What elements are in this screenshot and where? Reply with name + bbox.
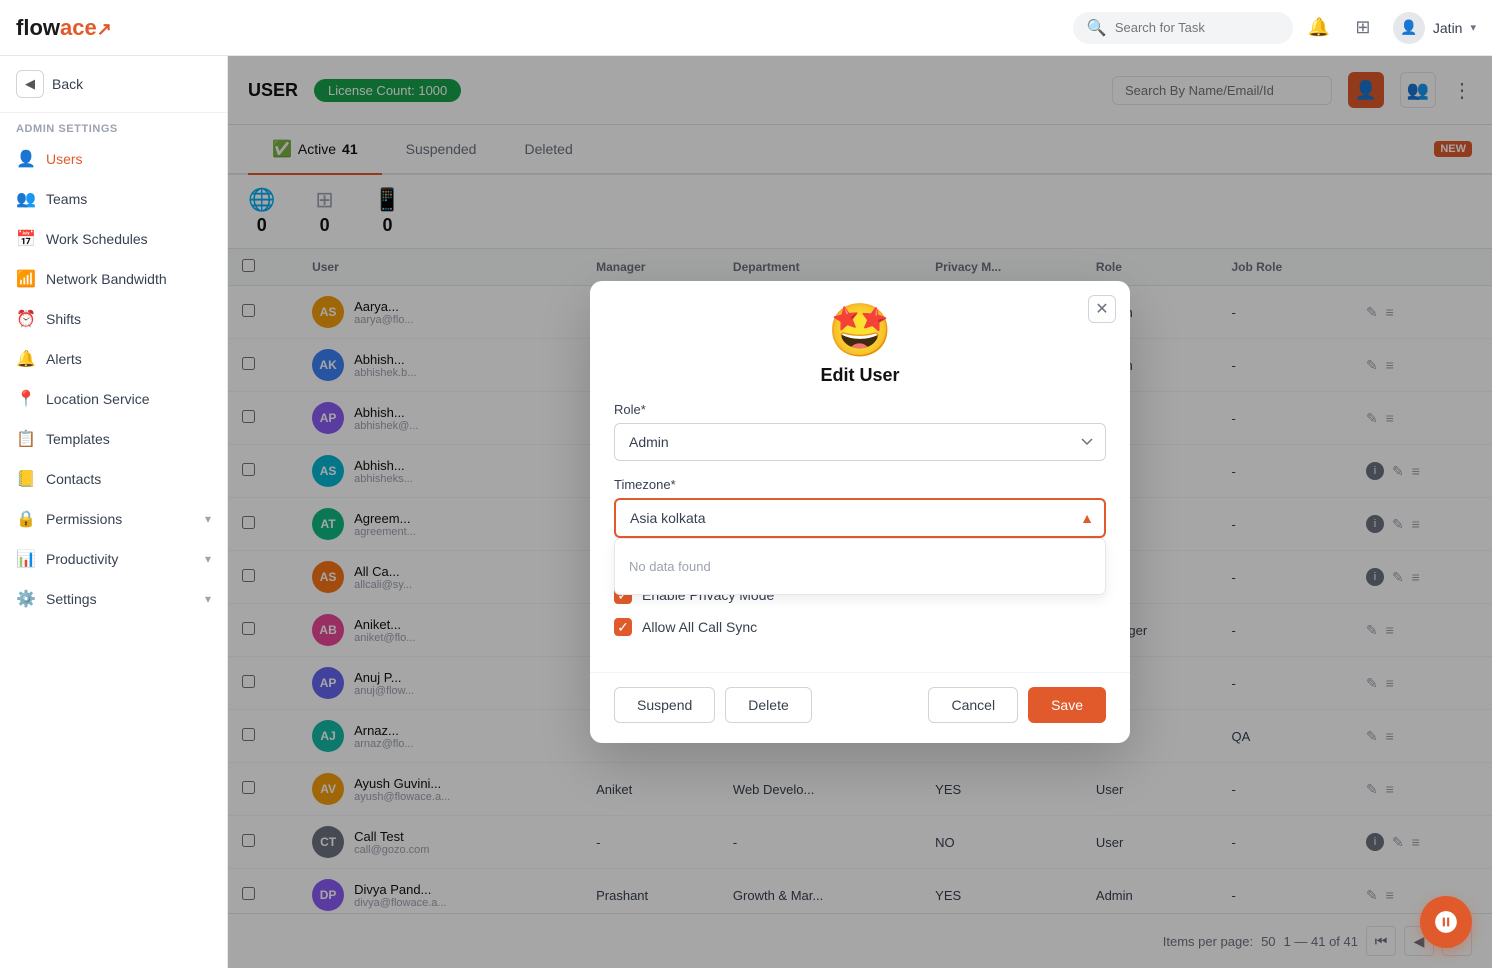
sidebar: ◀ Back ADMIN SETTINGS 👤 Users 👥 Teams 📅 … [0, 56, 228, 968]
back-arrow: ◀ [16, 70, 44, 98]
sidebar-item-settings[interactable]: ⚙️ Settings ▾ [0, 579, 227, 619]
sidebar-label-permissions: Permissions [46, 511, 195, 527]
sidebar-label-settings: Settings [46, 591, 195, 607]
timezone-dropdown: No data found [614, 538, 1106, 595]
save-button[interactable]: Save [1028, 687, 1106, 723]
main-area: ◀ Back ADMIN SETTINGS 👤 Users 👥 Teams 📅 … [0, 56, 1492, 968]
sidebar-label-users: Users [46, 151, 211, 167]
shifts-icon: ⏰ [16, 309, 36, 329]
teams-icon: 👥 [16, 189, 36, 209]
delete-button[interactable]: Delete [725, 687, 811, 723]
app: flowace↗ 🔍 🔔 ⊞ 👤 Jatin ▾ ◀ Back ADMIN SE… [0, 0, 1492, 968]
topbar-icons: 🔔 ⊞ 👤 Jatin ▾ [1305, 12, 1476, 44]
sidebar-label-alerts: Alerts [46, 351, 211, 367]
network-bandwidth-icon: 📶 [16, 269, 36, 289]
sidebar-label-teams: Teams [46, 191, 211, 207]
sidebar-item-shifts[interactable]: ⏰ Shifts [0, 299, 227, 339]
user-name: Jatin [1433, 20, 1463, 36]
sidebar-item-alerts[interactable]: 🔔 Alerts [0, 339, 227, 379]
sidebar-item-location-service[interactable]: 📍 Location Service [0, 379, 227, 419]
modal-footer: Suspend Delete Cancel Save [590, 672, 1130, 743]
modal-emoji: 🤩 [828, 305, 893, 357]
timezone-wrapper: ▲ No data found [614, 498, 1106, 538]
role-form-group: Role* Admin User Manager [614, 402, 1106, 461]
chevron-down-icon: ▾ [1470, 21, 1476, 34]
sidebar-label-shifts: Shifts [46, 311, 211, 327]
sidebar-label-network-bandwidth: Network Bandwidth [46, 271, 211, 287]
back-button[interactable]: ◀ Back [0, 56, 227, 113]
sidebar-item-users[interactable]: 👤 Users [0, 139, 227, 179]
search-input[interactable] [1115, 20, 1279, 35]
chatbot-fab[interactable] [1420, 896, 1472, 948]
user-avatar: 👤 [1393, 12, 1425, 44]
productivity-icon: 📊 [16, 549, 36, 569]
timezone-label: Timezone* [614, 477, 1106, 492]
search-bar[interactable]: 🔍 [1073, 12, 1293, 44]
permissions-chevron: ▾ [205, 512, 211, 526]
grid-icon[interactable]: ⊞ [1349, 14, 1377, 42]
timezone-form-group: Timezone* ▲ No data found [614, 477, 1106, 538]
logo: flowace↗ [16, 15, 112, 41]
timezone-input[interactable] [614, 498, 1106, 538]
modal-header: 🤩 Edit User [590, 281, 1130, 402]
cancel-button[interactable]: Cancel [928, 687, 1018, 723]
work-schedules-icon: 📅 [16, 229, 36, 249]
sidebar-item-contacts[interactable]: 📒 Contacts [0, 459, 227, 499]
checkbox-allow-all-call-sync: ✓ Allow All Call Sync [614, 618, 1106, 636]
sidebar-label-location-service: Location Service [46, 391, 211, 407]
sidebar-item-templates[interactable]: 📋 Templates [0, 419, 227, 459]
sidebar-item-permissions[interactable]: 🔒 Permissions ▾ [0, 499, 227, 539]
suspend-button[interactable]: Suspend [614, 687, 715, 723]
modal-title: Edit User [820, 365, 899, 386]
templates-icon: 📋 [16, 429, 36, 449]
sidebar-label-work-schedules: Work Schedules [46, 231, 211, 247]
modal-body: Role* Admin User Manager Timezone* [590, 402, 1130, 672]
edit-user-modal: ✕ 🤩 Edit User Role* Admin User Manager [590, 281, 1130, 743]
contacts-icon: 📒 [16, 469, 36, 489]
footer-right: Cancel Save [928, 687, 1106, 723]
permissions-icon: 🔒 [16, 509, 36, 529]
modal-close-button[interactable]: ✕ [1088, 295, 1116, 323]
role-select[interactable]: Admin User Manager [614, 423, 1106, 461]
sidebar-item-productivity[interactable]: 📊 Productivity ▾ [0, 539, 227, 579]
settings-icon: ⚙️ [16, 589, 36, 609]
no-data-label: No data found [615, 547, 1105, 586]
topbar: flowace↗ 🔍 🔔 ⊞ 👤 Jatin ▾ [0, 0, 1492, 56]
users-icon: 👤 [16, 149, 36, 169]
allow-all-call-sync-checkbox[interactable]: ✓ [614, 618, 632, 636]
role-label: Role* [614, 402, 1106, 417]
footer-left: Suspend Delete [614, 687, 812, 723]
alerts-icon: 🔔 [16, 349, 36, 369]
modal-overlay: ✕ 🤩 Edit User Role* Admin User Manager [228, 56, 1492, 968]
sidebar-label-contacts: Contacts [46, 471, 211, 487]
logo-text: flowace↗ [16, 15, 112, 41]
search-icon: 🔍 [1087, 18, 1107, 38]
notification-icon[interactable]: 🔔 [1305, 14, 1333, 42]
sidebar-label-templates: Templates [46, 431, 211, 447]
chatbot-icon [1433, 909, 1459, 935]
sidebar-label-productivity: Productivity [46, 551, 195, 567]
back-label: Back [52, 76, 83, 92]
sidebar-item-teams[interactable]: 👥 Teams [0, 179, 227, 219]
sidebar-item-work-schedules[interactable]: 📅 Work Schedules [0, 219, 227, 259]
admin-settings-label: ADMIN SETTINGS [0, 113, 227, 139]
settings-chevron: ▾ [205, 592, 211, 606]
location-service-icon: 📍 [16, 389, 36, 409]
allow-all-call-sync-label: Allow All Call Sync [642, 619, 757, 635]
user-chip[interactable]: 👤 Jatin ▾ [1393, 12, 1476, 44]
content: USER License Count: 1000 👤 👥 ⋮ ✅ Active … [228, 56, 1492, 968]
sidebar-item-network-bandwidth[interactable]: 📶 Network Bandwidth [0, 259, 227, 299]
productivity-chevron: ▾ [205, 552, 211, 566]
